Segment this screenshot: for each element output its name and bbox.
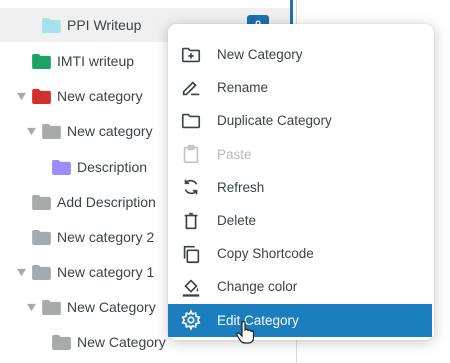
folder-icon	[32, 53, 51, 69]
folder-plus-icon	[180, 44, 202, 66]
pencil-line-icon	[180, 77, 202, 99]
folder-outline-icon	[180, 110, 202, 132]
tree-item-label: Description	[77, 159, 148, 175]
menu-item-label: Edit Category	[217, 312, 299, 328]
tree-item-label: New category	[67, 123, 153, 139]
menu-item-change-color[interactable]: Change color	[168, 270, 434, 303]
menu-item-label: Change color	[217, 279, 298, 295]
copy-icon	[180, 243, 202, 265]
folder-icon	[42, 299, 61, 315]
menu-item-duplicate-category[interactable]: Duplicate Category	[168, 104, 434, 137]
menu-item-label: Paste	[217, 146, 252, 162]
menu-item-label: New Category	[217, 47, 303, 63]
tree-item-label: New Category	[67, 299, 156, 315]
folder-icon	[42, 123, 61, 139]
folder-icon	[32, 264, 51, 280]
caret-down-icon[interactable]	[27, 303, 36, 312]
menu-item-edit-category[interactable]: Edit Category	[168, 303, 432, 337]
menu-item-copy-shortcode[interactable]: Copy Shortcode	[168, 237, 434, 270]
gear-icon	[180, 309, 202, 331]
folder-icon	[32, 194, 51, 210]
menu-item-label: Delete	[217, 213, 257, 229]
tree-item-label: New category	[57, 88, 143, 104]
tree-item-label: New Category	[77, 334, 166, 350]
folder-icon	[52, 334, 71, 350]
menu-item-rename[interactable]: Rename	[168, 71, 434, 104]
menu-item-delete[interactable]: Delete	[168, 204, 434, 237]
tree-item-label: IMTI writeup	[57, 53, 135, 69]
paint-bucket-icon	[180, 276, 202, 298]
menu-item-paste[interactable]: Paste	[168, 138, 434, 171]
folder-icon	[32, 88, 51, 104]
menu-item-label: Rename	[217, 80, 269, 96]
trash-icon	[180, 210, 202, 232]
menu-item-label: Duplicate Category	[217, 113, 332, 129]
menu-item-label: Refresh	[217, 179, 265, 195]
menu-item-label: Copy Shortcode	[217, 246, 314, 262]
caret-down-icon[interactable]	[17, 268, 26, 277]
refresh-icon	[180, 176, 202, 198]
menu-item-new-category[interactable]: New Category	[168, 38, 434, 71]
folder-icon	[32, 229, 51, 245]
folder-icon	[52, 159, 71, 175]
caret-down-icon[interactable]	[17, 92, 26, 101]
clipboard-icon	[180, 143, 202, 165]
hand-pointer-icon	[236, 320, 254, 344]
tree-item-label: PPI Writeup	[67, 17, 142, 33]
menu-item-refresh[interactable]: Refresh	[168, 171, 434, 204]
context-menu: New Category Rename Duplicate Category P…	[168, 24, 434, 340]
caret-down-icon[interactable]	[27, 127, 36, 136]
folder-icon	[42, 17, 61, 33]
tree-item-label: New category 2	[57, 229, 155, 245]
tree-item-label: New category 1	[57, 264, 155, 280]
tree-item-label: Add Description	[57, 194, 156, 210]
